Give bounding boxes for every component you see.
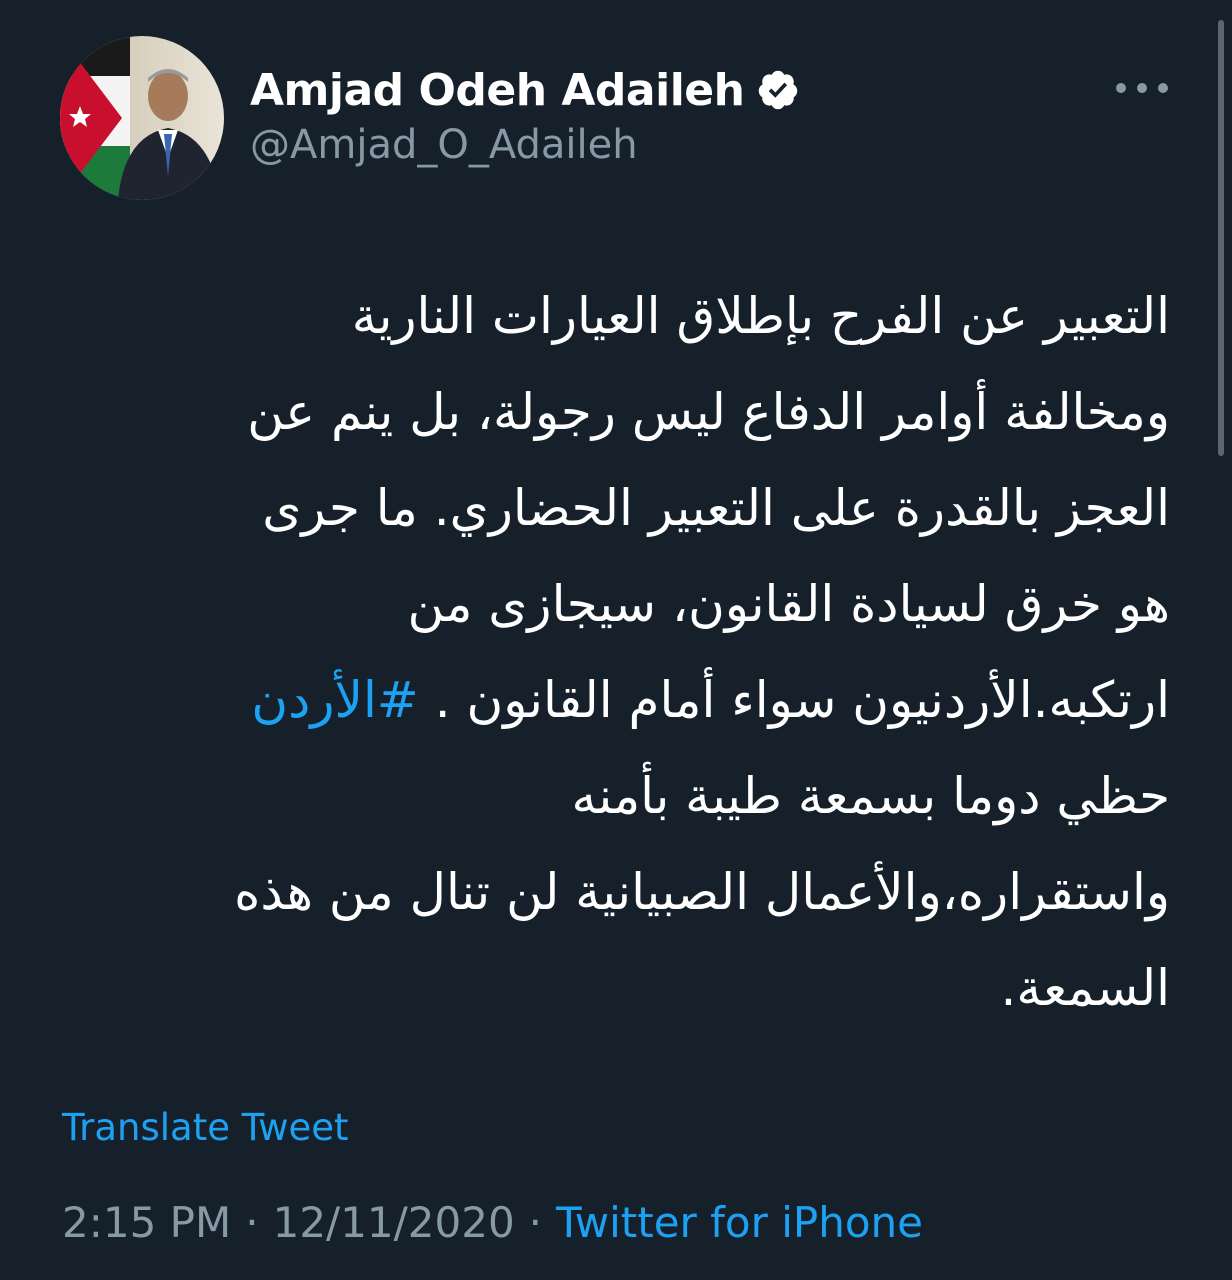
- tweet-meta: 2:15 PM · 12/11/2020 · Twitter for iPhon…: [62, 1198, 923, 1247]
- tweet-source-link[interactable]: Twitter for iPhone: [556, 1198, 923, 1247]
- hashtag-link[interactable]: #الأردن: [251, 671, 418, 729]
- tweet-line-text: ارتكبه.الأردنيون سواء أمام القانون .: [434, 671, 1170, 729]
- tweet-line: العجز بالقدرة على التعبير الحضاري. ما جر…: [262, 479, 1170, 537]
- tweet-line: حظي دوما بسمعة طيبة بأمنه: [571, 767, 1170, 825]
- display-name[interactable]: Amjad Odeh Adaileh: [250, 60, 800, 120]
- tweet-line: هو خرق لسيادة القانون، سيجازى من: [407, 575, 1170, 633]
- display-name-text: Amjad Odeh Adaileh: [250, 64, 745, 116]
- tweet-date[interactable]: 12/11/2020: [273, 1198, 515, 1247]
- translate-tweet-link[interactable]: Translate Tweet: [62, 1106, 349, 1149]
- tweet-line: ومخالفة أوامر الدفاع ليس رجولة، بل ينم ع…: [247, 383, 1170, 441]
- tweet-line: السمعة.: [1000, 959, 1170, 1017]
- tweet-text: التعبير عن الفرح بإطلاق العيارات النارية…: [60, 268, 1170, 1036]
- dot: [1158, 83, 1168, 93]
- avatar-image: [60, 36, 224, 200]
- tweet-line: واستقراره،والأعمال الصبيانية لن تنال من …: [234, 863, 1170, 921]
- dot: [1137, 83, 1147, 93]
- more-options-icon[interactable]: [1116, 72, 1168, 104]
- avatar[interactable]: [60, 36, 224, 200]
- meta-separator: ·: [245, 1198, 259, 1247]
- tweet-line-with-hashtag: ارتكبه.الأردنيون سواء أمام القانون . #ال…: [60, 652, 1170, 748]
- scrollbar[interactable]: [1218, 20, 1224, 456]
- verified-badge-icon: [759, 70, 798, 110]
- user-handle[interactable]: @Amjad_O_Adaileh: [250, 122, 638, 168]
- tweet-line: التعبير عن الفرح بإطلاق العيارات النارية: [351, 287, 1170, 345]
- meta-separator: ·: [528, 1198, 543, 1247]
- dot: [1116, 83, 1126, 93]
- tweet-time[interactable]: 2:15 PM: [62, 1198, 231, 1247]
